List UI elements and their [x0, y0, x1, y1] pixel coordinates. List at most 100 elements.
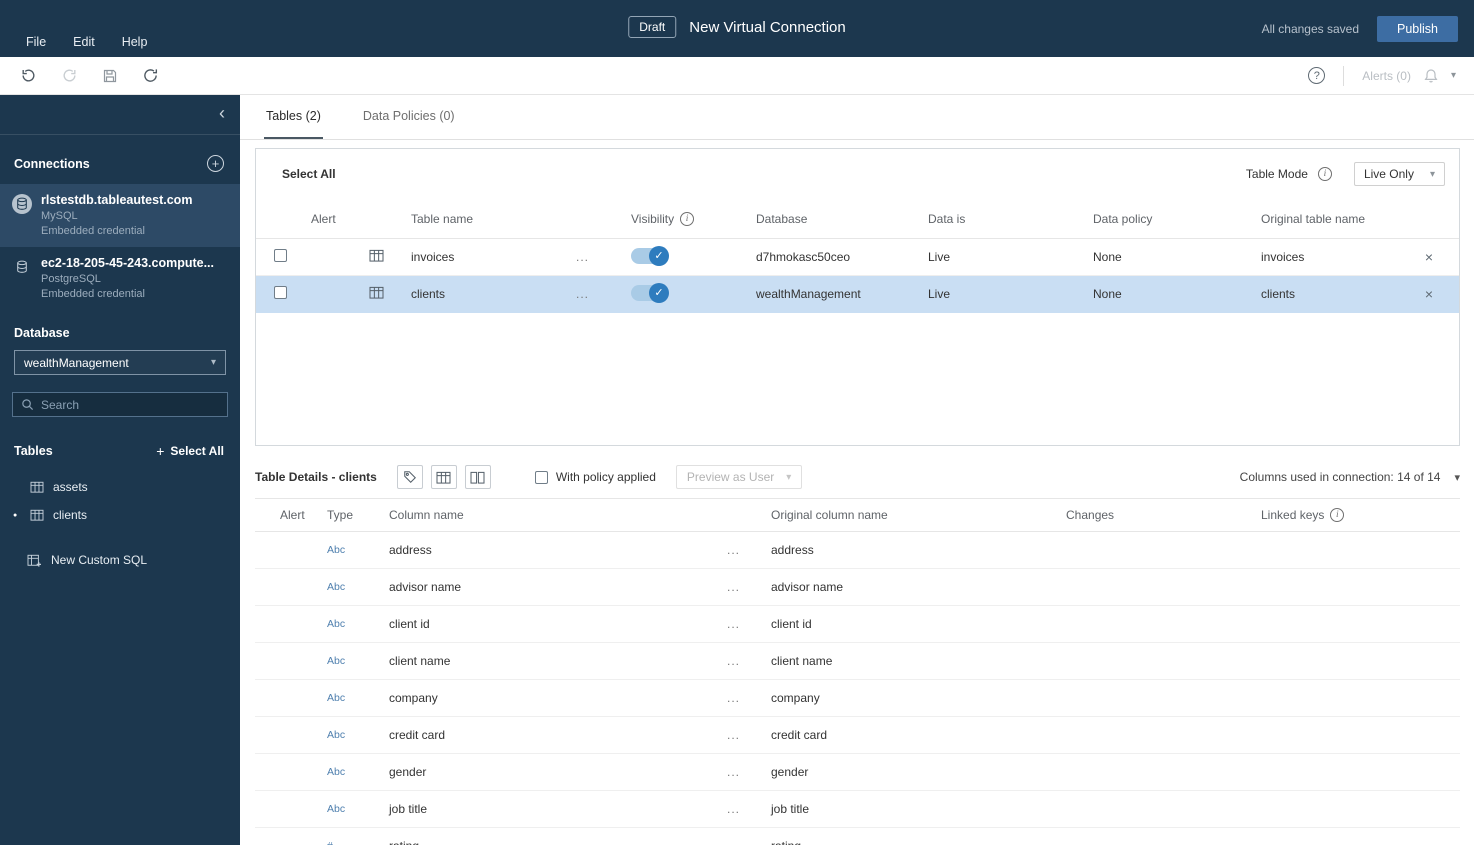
collapse-details-icon[interactable]: ▾	[1454, 471, 1460, 484]
column-row[interactable]: Abc address ... address	[255, 532, 1460, 569]
new-custom-sql-button[interactable]: New Custom SQL	[0, 553, 240, 567]
more-menu-icon[interactable]: ...	[719, 654, 771, 668]
table-icon	[30, 481, 44, 493]
redo-icon[interactable]	[61, 67, 78, 84]
sidebar-table-item[interactable]: ● clients	[0, 501, 240, 529]
connection-item[interactable]: rlstestdb.tableautest.com MySQL Embedded…	[0, 184, 240, 247]
original-column-name-cell: address	[771, 543, 814, 557]
menu-item[interactable]: Edit	[73, 35, 95, 49]
search-input[interactable]	[41, 397, 219, 412]
page-title: New Virtual Connection	[689, 18, 846, 36]
tables-panel: Select All Table Mode i Live Only ▾ Aler…	[255, 148, 1460, 446]
help-icon[interactable]: ?	[1308, 67, 1326, 84]
column-row[interactable]: Abc credit card ... credit card	[255, 717, 1460, 754]
with-policy-checkbox[interactable]: With policy applied	[534, 470, 656, 484]
sidebar-table-name: clients	[53, 508, 88, 522]
main-content: Tables (2) Data Policies (0) Select All …	[240, 95, 1474, 845]
alerts-caret-icon[interactable]: ▾	[1451, 70, 1456, 81]
column-name-cell: client id	[389, 617, 430, 631]
preview-as-user-select[interactable]: Preview as User ▾	[675, 465, 803, 489]
columns-view-icon-button[interactable]	[464, 465, 491, 489]
table-mode-info-icon[interactable]: i	[1317, 167, 1332, 181]
more-menu-icon[interactable]: ...	[576, 287, 631, 301]
alerts-bell-icon[interactable]	[1423, 68, 1439, 84]
table-mode-label: Table Mode	[1245, 167, 1308, 181]
collapse-sidebar-icon[interactable]: ‹	[219, 103, 225, 124]
table-row[interactable]: invoices ... ✓ d7hmokasc50ceo Live None …	[256, 239, 1459, 276]
more-menu-icon[interactable]: ...	[719, 543, 771, 557]
column-row[interactable]: Abc company ... company	[255, 680, 1460, 717]
column-header-alert: Alert	[311, 211, 336, 226]
more-menu-icon[interactable]: ...	[719, 691, 771, 705]
column-row[interactable]: Abc gender ... gender	[255, 754, 1460, 791]
undo-icon[interactable]	[20, 67, 37, 84]
more-menu-icon[interactable]: ...	[719, 617, 771, 631]
select-all-tables-label: Select All	[170, 444, 224, 458]
select-all-tables-button[interactable]: + Select All	[156, 443, 224, 459]
sidebar-table-list: ● assets ● clients	[0, 473, 240, 529]
column-type: Abc	[327, 655, 346, 667]
add-connection-icon[interactable]: +	[207, 155, 224, 172]
toolbar: ? Alerts (0) ▾	[0, 57, 1474, 95]
original-column-name-cell: company	[771, 691, 820, 705]
connection-list: rlstestdb.tableautest.com MySQL Embedded…	[0, 184, 240, 310]
original-column-name-cell: gender	[771, 765, 809, 779]
title-area: Draft New Virtual Connection	[628, 16, 846, 38]
remove-table-icon[interactable]: ×	[1399, 249, 1459, 265]
connection-name: rlstestdb.tableautest.com	[41, 193, 193, 207]
original-column-name-cell: credit card	[771, 728, 828, 742]
column-row[interactable]: Abc advisor name ... advisor name	[255, 569, 1460, 606]
column-row[interactable]: Abc client name ... client name	[255, 643, 1460, 680]
column-header-type: Type	[327, 508, 354, 522]
menu-item[interactable]: File	[26, 35, 46, 49]
connections-header: Connections +	[0, 135, 240, 184]
column-type: Abc	[327, 581, 346, 593]
search-box[interactable]	[12, 392, 228, 417]
column-row[interactable]: Abc job title ... job title	[255, 791, 1460, 828]
tab[interactable]: Tables (2)	[264, 95, 323, 139]
select-all-label[interactable]: Select All	[282, 167, 336, 181]
visibility-cell: ✓	[631, 245, 756, 267]
visibility-toggle[interactable]: ✓	[631, 245, 669, 266]
sidebar-table-item[interactable]: ● assets	[0, 473, 240, 501]
column-row[interactable]: # rating ... rating	[255, 828, 1460, 845]
row-checkbox[interactable]	[274, 249, 287, 262]
chevron-down-icon: ▾	[1429, 168, 1435, 180]
save-icon[interactable]	[102, 68, 118, 84]
more-menu-icon[interactable]: ...	[719, 765, 771, 779]
icon-cell	[353, 286, 411, 302]
checkbox-icon[interactable]	[534, 470, 548, 484]
table-icon	[369, 249, 384, 262]
save-status: All changes saved	[1261, 22, 1359, 36]
column-row[interactable]: Abc client id ... client id	[255, 606, 1460, 643]
remove-table-icon[interactable]: ×	[1399, 286, 1459, 302]
more-menu-icon[interactable]: ...	[719, 839, 771, 845]
more-menu-icon[interactable]: ...	[719, 728, 771, 742]
sidebar-table-name: assets	[53, 480, 88, 494]
original-column-name-cell: client name	[771, 654, 833, 668]
row-checkbox[interactable]	[274, 286, 287, 299]
more-menu-icon[interactable]: ...	[719, 580, 771, 594]
tab[interactable]: Data Policies (0)	[361, 95, 457, 139]
publish-button[interactable]: Publish	[1377, 16, 1458, 42]
column-header-data-is: Data is	[928, 211, 966, 226]
column-header-visibility: Visibility i	[631, 211, 756, 226]
tag-icon-button[interactable]	[396, 465, 423, 489]
grid-view-icon-button[interactable]	[430, 465, 457, 489]
database-select[interactable]: wealthManagement ▾	[14, 350, 226, 375]
more-menu-icon[interactable]: ...	[576, 250, 631, 264]
connection-item[interactable]: ec2-18-205-45-243.compute... PostgreSQL …	[0, 247, 240, 310]
table-mode-select[interactable]: Live Only ▾	[1353, 162, 1445, 186]
more-menu-icon[interactable]: ...	[719, 802, 771, 816]
linked-keys-info-icon[interactable]: i	[1330, 508, 1345, 522]
refresh-icon[interactable]	[142, 67, 159, 84]
column-name-cell: client name	[389, 654, 451, 668]
column-name-cell: address	[389, 543, 432, 557]
connection-credential: Embedded credential	[41, 225, 145, 237]
table-row[interactable]: clients ... ✓ wealthManagement Live None…	[256, 276, 1459, 313]
menu-item[interactable]: Help	[122, 35, 148, 49]
tab-label: Tables (2)	[266, 109, 321, 123]
visibility-info-icon[interactable]: i	[680, 211, 695, 226]
visibility-toggle[interactable]: ✓	[631, 282, 669, 303]
connections-label: Connections	[14, 156, 90, 171]
